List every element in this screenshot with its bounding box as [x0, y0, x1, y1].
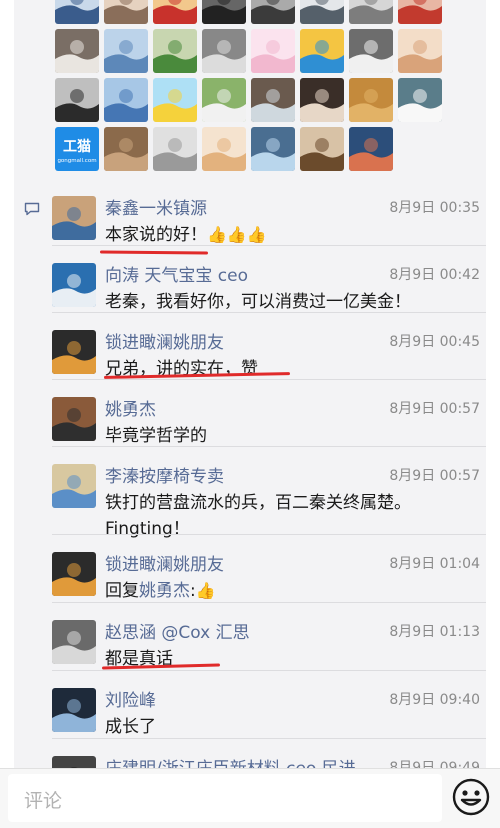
comment-item[interactable]: 赵思涵 @Cox 汇思 8月9日 01:13 都是真话 [52, 602, 486, 672]
liker-avatar[interactable] [104, 127, 148, 171]
liker-avatar[interactable] [251, 0, 295, 24]
commenter-name[interactable]: 秦鑫一米镇源 [105, 194, 207, 219]
svg-text:gongmall.com: gongmall.com [57, 158, 96, 164]
commenter-avatar[interactable] [52, 330, 96, 374]
commenter-name[interactable]: 刘险峰 [105, 686, 156, 711]
liker-avatar[interactable] [398, 29, 442, 73]
liker-avatar[interactable] [104, 29, 148, 73]
liker-avatar[interactable] [153, 29, 197, 73]
comment-item[interactable]: 刘险峰 8月9日 09:40 成长了 [52, 670, 486, 740]
liker-avatar[interactable] [153, 127, 197, 171]
liker-avatar[interactable] [104, 78, 148, 122]
commenter-name[interactable]: 锁进瞰澜姚朋友 [105, 550, 224, 575]
thumbs-up-emoji: 👍 [195, 581, 216, 600]
comment-text: 回复姚勇杰:👍 [105, 578, 475, 604]
liker-avatar[interactable] [300, 0, 344, 24]
commenter-avatar[interactable] [52, 620, 96, 664]
liker-avatar[interactable] [349, 78, 393, 122]
comment-item[interactable]: 秦鑫一米镇源 8月9日 00:35 本家说的好！👍👍👍 [52, 178, 486, 248]
comment-text: 成长了 [105, 717, 156, 737]
comment-text: 都是真话 [105, 649, 173, 669]
comments-panel: 秦鑫一米镇源 8月9日 00:35 本家说的好！👍👍👍 向涛 天气宝宝 ceo … [14, 178, 486, 768]
liker-avatar[interactable] [300, 78, 344, 122]
liker-avatar[interactable] [55, 78, 99, 122]
liker-avatar[interactable] [349, 29, 393, 73]
likes-panel: 工猫 gongmall.com [14, 0, 486, 178]
comment-time: 8月9日 00:57 [389, 401, 480, 417]
liker-avatar[interactable] [202, 127, 246, 171]
commenter-name[interactable]: 赵思涵 @Cox 汇思 [105, 618, 250, 643]
gongmao-logo[interactable]: 工猫 gongmall.com [55, 127, 99, 171]
comment-divider [52, 312, 486, 313]
liker-avatar[interactable] [104, 0, 148, 24]
liker-avatar[interactable] [251, 78, 295, 122]
comment-divider [52, 534, 486, 535]
comment-time: 8月9日 01:13 [389, 624, 480, 640]
comment-time: 8月9日 00:42 [389, 267, 480, 283]
commenter-avatar[interactable] [52, 464, 96, 508]
svg-text:工猫: 工猫 [63, 138, 91, 155]
liker-avatar[interactable] [202, 78, 246, 122]
commenter-avatar[interactable] [52, 263, 96, 307]
comment-item[interactable]: 庄建明/浙江庄臣新材料 ceo 民进 8月9日 09:49 [52, 738, 486, 768]
commenter-avatar[interactable] [52, 688, 96, 732]
liker-avatar[interactable] [153, 0, 197, 24]
commenter-avatar[interactable] [52, 196, 96, 240]
comment-divider [52, 379, 486, 380]
comment-input[interactable]: 评论 [8, 774, 442, 822]
comment-item[interactable]: 李溱按摩椅专卖 8月9日 00:57 铁打的营盘流水的兵，百二秦关终属楚。Fin… [52, 446, 486, 546]
reply-to-name[interactable]: 姚勇杰 [139, 581, 190, 601]
liker-avatar[interactable] [300, 127, 344, 171]
commenter-avatar[interactable] [52, 552, 96, 596]
comment-time: 8月9日 01:04 [389, 556, 480, 572]
liker-avatar[interactable] [251, 29, 295, 73]
comment-item[interactable]: 锁进瞰澜姚朋友 8月9日 01:04 回复姚勇杰:👍 [52, 534, 486, 604]
comment-item[interactable]: 向涛 天气宝宝 ceo 8月9日 00:42 老秦，我看好你，可以消费过一亿美金… [52, 245, 486, 315]
comment-time: 8月9日 00:57 [389, 468, 480, 484]
liker-avatar[interactable] [349, 0, 393, 24]
comment-divider [52, 738, 486, 739]
comment-time: 8月9日 00:45 [389, 334, 480, 350]
comment-input-bar: 评论 [0, 768, 500, 828]
commenter-name[interactable]: 李溱按摩椅专卖 [105, 462, 224, 487]
liker-avatar[interactable] [300, 29, 344, 73]
likes-avatar-grid: 工猫 gongmall.com [55, 0, 442, 171]
comment-time: 8月9日 09:49 [389, 760, 480, 768]
comment-time: 8月9日 09:40 [389, 692, 480, 708]
emoji-icon[interactable] [451, 777, 491, 817]
comment-divider [52, 446, 486, 447]
liker-avatar[interactable] [202, 29, 246, 73]
liker-avatar[interactable] [398, 0, 442, 24]
commenter-name[interactable]: 向涛 天气宝宝 ceo [105, 261, 248, 286]
commenter-name[interactable]: 姚勇杰 [105, 395, 156, 420]
commenter-avatar[interactable] [52, 756, 96, 768]
comment-item[interactable]: 姚勇杰 8月9日 00:57 毕竟学哲学的 [52, 379, 486, 449]
comment-input-placeholder: 评论 [24, 790, 63, 812]
commenter-avatar[interactable] [52, 397, 96, 441]
comment-bubble-icon [24, 202, 40, 216]
comment-time: 8月9日 00:35 [389, 200, 480, 216]
liker-avatar[interactable] [251, 127, 295, 171]
liker-avatar[interactable] [349, 127, 393, 171]
liker-avatar[interactable] [202, 0, 246, 24]
liker-avatar[interactable] [153, 78, 197, 122]
reply-prefix: 回复 [105, 581, 139, 601]
liker-avatar[interactable] [398, 78, 442, 122]
comment-divider [52, 245, 486, 246]
comment-divider [52, 602, 486, 603]
liker-avatar[interactable] [55, 0, 99, 24]
commenter-name[interactable]: 锁进瞰澜姚朋友 [105, 328, 224, 353]
commenter-name[interactable]: 庄建明/浙江庄臣新材料 ceo 民进 [105, 754, 356, 768]
comment-divider [52, 670, 486, 671]
liker-avatar[interactable] [55, 29, 99, 73]
